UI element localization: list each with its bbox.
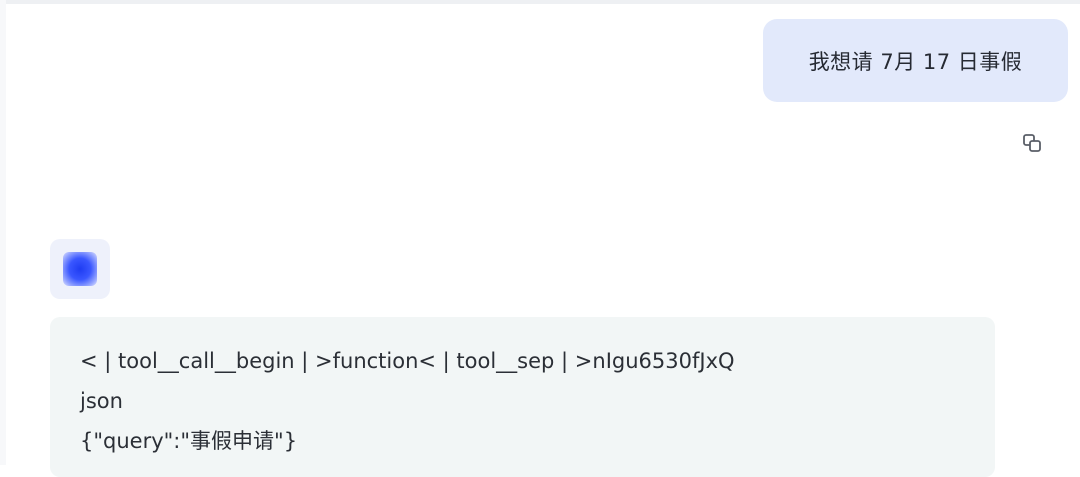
copy-icon [1023,134,1041,152]
left-panel-edge [0,0,6,465]
tool-call-args-line: {"query":"事假申请"} [80,429,298,453]
tool-call-line: < | tool__call__begin | >function< | too… [80,349,735,373]
tool-call-format-line: json [80,389,123,413]
assistant-message-bubble: < | tool__call__begin | >function< | too… [50,317,995,477]
user-message-bubble: 我想请 7月 17 日事假 [763,19,1068,102]
user-message-text: 我想请 7月 17 日事假 [808,49,1023,74]
assistant-logo-icon [63,252,97,286]
assistant-avatar [50,239,110,299]
top-divider [0,0,1080,4]
copy-button[interactable] [1018,129,1046,157]
